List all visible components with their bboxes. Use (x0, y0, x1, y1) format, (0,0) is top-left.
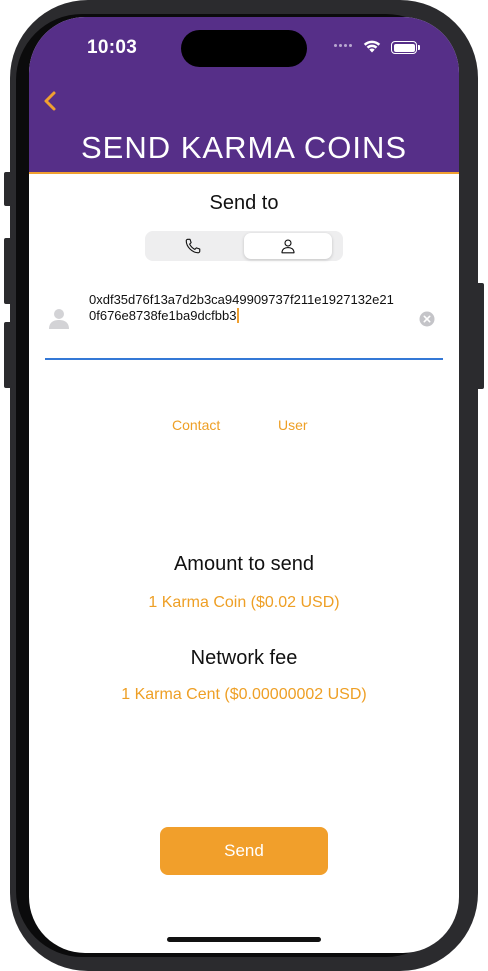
user-link[interactable]: User (278, 417, 308, 433)
wifi-icon (363, 40, 381, 53)
send-to-label: Send to (209, 192, 279, 214)
volume-up-button (4, 238, 12, 304)
status-time: 10:03 (87, 37, 138, 58)
send-button[interactable]: Send (160, 827, 328, 875)
chevron-left-icon (44, 91, 56, 111)
amount-label: Amount to send (173, 553, 315, 575)
recipient-type-segmented-control (145, 231, 343, 261)
contact-link[interactable]: Contact (172, 417, 220, 433)
network-fee-label: Network fee (190, 647, 298, 669)
power-button (476, 283, 484, 389)
address-input[interactable]: 0xdf35d76f13a7d2b3ca949909737f211e192713… (89, 292, 399, 324)
user-segment[interactable] (244, 233, 332, 259)
contact-avatar-icon (49, 309, 69, 329)
phone-screen: 10:03 SEND KARMA COINS Send to 0xdf35d76… (29, 17, 459, 953)
text-cursor (237, 308, 240, 323)
app-header: 10:03 SEND KARMA COINS (29, 17, 459, 174)
cellular-signal-icon (334, 44, 352, 47)
person-icon (281, 239, 295, 254)
amount-value[interactable]: 1 Karma Coin ($0.02 USD) (29, 594, 459, 612)
phone-icon (185, 238, 201, 254)
battery-icon (391, 41, 420, 54)
volume-down-button (4, 322, 12, 388)
action-button (4, 172, 12, 206)
address-field[interactable]: 0xdf35d76f13a7d2b3ca949909737f211e192713… (45, 289, 443, 359)
home-indicator[interactable] (167, 937, 321, 942)
phone-segment[interactable] (149, 233, 237, 259)
address-value: 0xdf35d76f13a7d2b3ca949909737f211e192713… (89, 292, 394, 323)
dynamic-island (181, 30, 307, 67)
page-title: SEND KARMA COINS (80, 130, 408, 165)
address-field-underline (45, 358, 443, 360)
network-fee-value[interactable]: 1 Karma Cent ($0.00000002 USD) (29, 686, 459, 704)
clear-icon[interactable] (419, 311, 435, 327)
back-button[interactable] (39, 87, 63, 115)
